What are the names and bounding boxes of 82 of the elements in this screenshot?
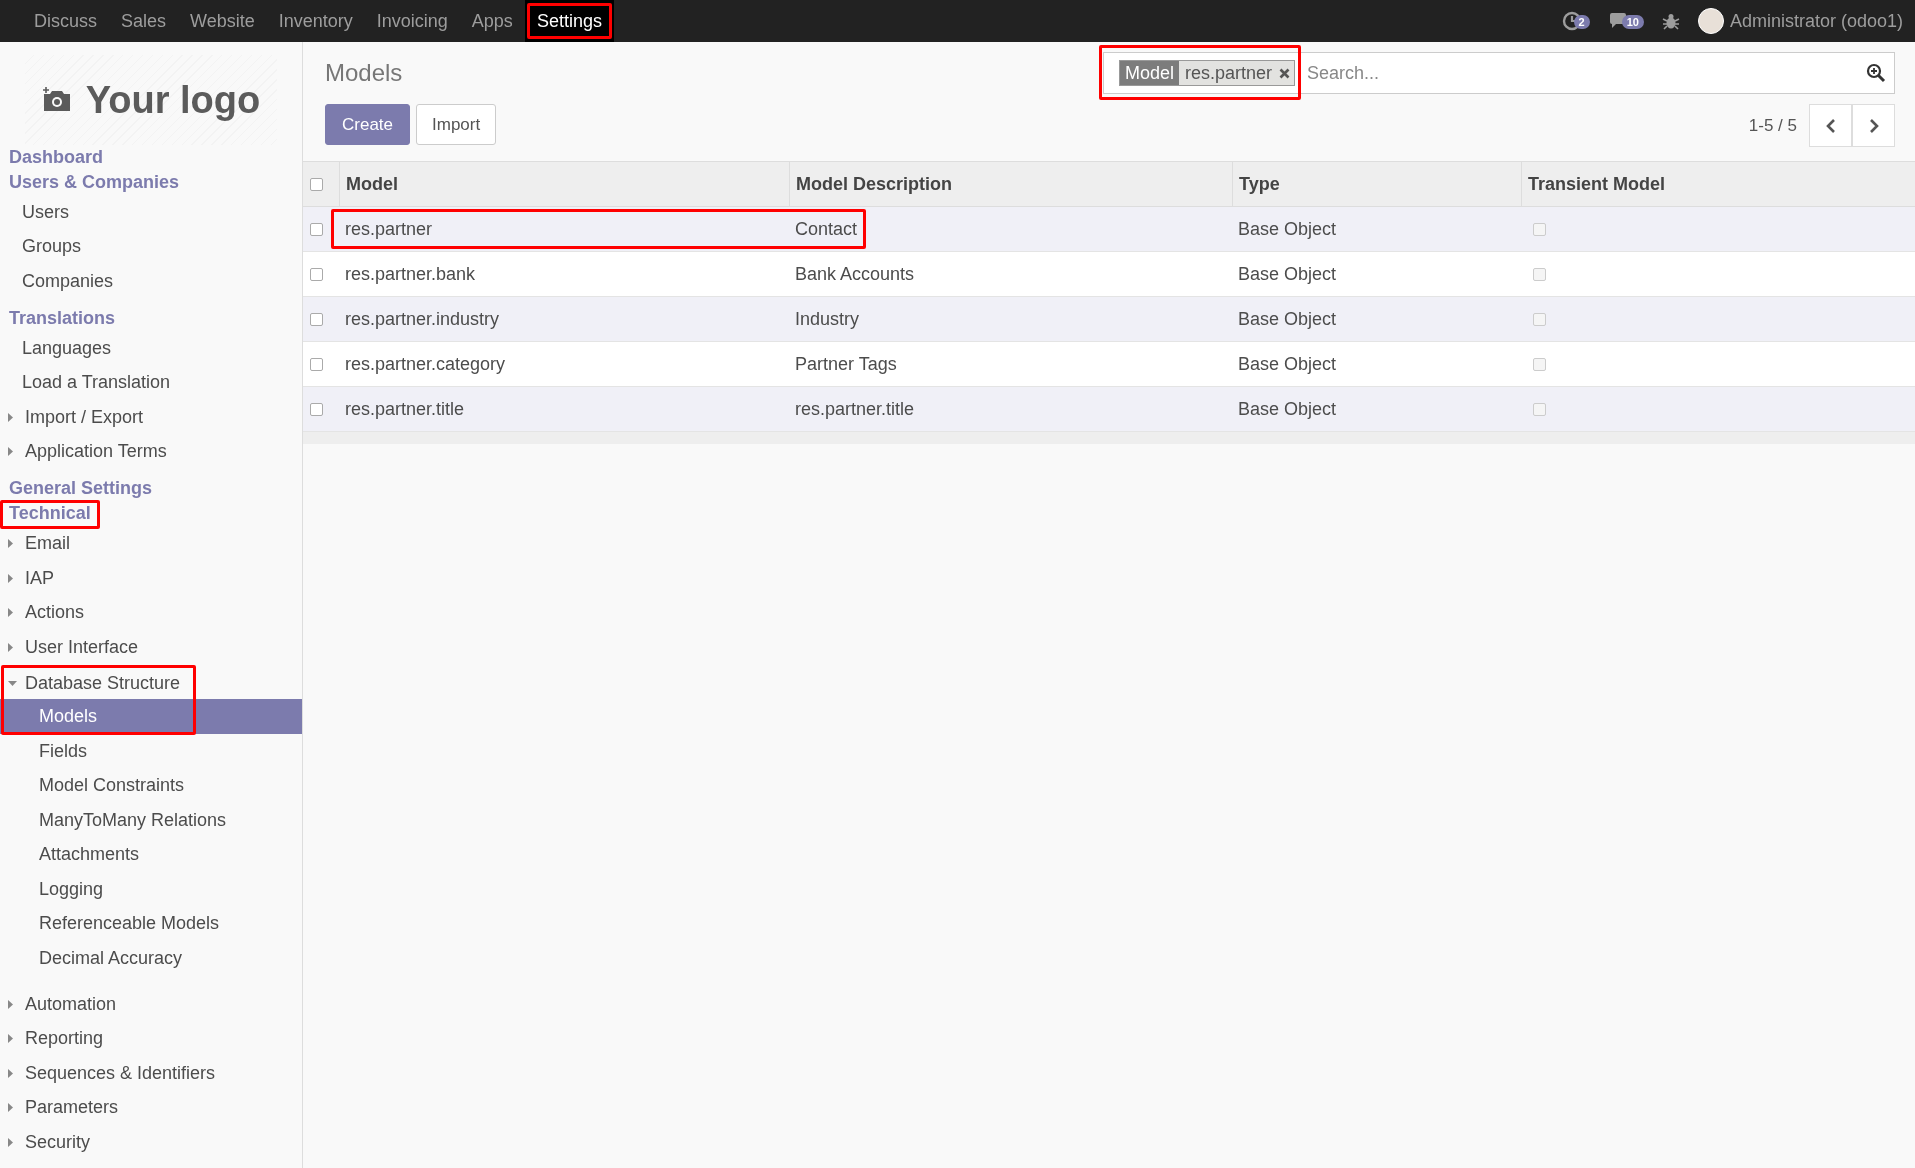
checkbox[interactable]	[310, 222, 323, 236]
previous-button[interactable]	[1809, 104, 1852, 147]
table-cell-text: Base Object	[1237, 308, 1338, 330]
activity-count-badge: 2	[1573, 15, 1590, 29]
sidebar-item[interactable]: Companies	[0, 264, 118, 299]
table-cell-text: Industry	[794, 308, 861, 330]
sidebar-item[interactable]: Load a Translation	[0, 365, 175, 400]
sidebar-item[interactable]: Reporting	[0, 1021, 108, 1057]
chevron-left-icon	[1825, 118, 1836, 133]
table-cell-text: Partner Tags	[794, 353, 898, 375]
sidebar-item[interactable]: IAP	[0, 560, 58, 596]
sidebar-item[interactable]: Decimal Accuracy	[0, 941, 187, 976]
search-field[interactable]: Model res.partner Search...	[1103, 52, 1895, 94]
checkbox[interactable]	[310, 177, 323, 191]
message-count-badge: 10	[1621, 15, 1644, 29]
import-button[interactable]: Import	[416, 104, 497, 145]
column-header[interactable]: Model Description	[789, 162, 1232, 206]
search-facet[interactable]: Model res.partner	[1119, 60, 1296, 86]
table-cell-text: res.partner.title	[344, 398, 466, 420]
checkbox[interactable]	[310, 312, 323, 326]
pager-value[interactable]: 1-5 / 5	[1748, 115, 1797, 136]
sidebar-item[interactable]: Users	[0, 195, 73, 230]
search-icon[interactable]	[1866, 63, 1886, 83]
column-header[interactable]: Model	[339, 162, 789, 206]
next-button[interactable]	[1852, 104, 1895, 147]
sidebar-item[interactable]: Email	[0, 526, 74, 561]
sidebar-item[interactable]: Languages	[0, 330, 116, 366]
logo-text: Your logo	[85, 78, 261, 122]
sidebar-item[interactable]: Actions	[0, 595, 89, 630]
sidebar-item[interactable]: Model Constraints	[0, 768, 189, 803]
sidebar-section[interactable]: General Settings	[0, 476, 162, 502]
sidebar-section[interactable]: Translations	[0, 305, 125, 331]
column-header[interactable]: Transient Model	[1521, 162, 1915, 206]
table-cell-text: Base Object	[1237, 218, 1338, 240]
sidebar-item[interactable]: Groups	[0, 229, 86, 265]
sidebar-item[interactable]: Logging	[0, 872, 108, 907]
sidebar-item[interactable]: Application Terms	[0, 434, 171, 470]
sidebar-item[interactable]: Automation	[0, 986, 121, 1022]
sidebar-section[interactable]: Dashboard	[0, 145, 113, 170]
table-cell-text: Contact	[794, 218, 859, 240]
table-cell-text: Bank Accounts	[794, 263, 916, 285]
sidebar-item[interactable]: Sequences & Identifiers	[0, 1056, 220, 1091]
top-menu-item[interactable]: Invoicing	[364, 0, 460, 42]
sidebar-section[interactable]: Users & Companies	[0, 170, 189, 195]
table-cell-text: res.partner.title	[794, 398, 916, 420]
sidebar-item[interactable]: Fields	[0, 733, 91, 769]
sidebar-section[interactable]: Technical	[0, 501, 100, 527]
top-menu-item[interactable]: Sales	[109, 0, 179, 42]
checkbox[interactable]	[310, 402, 323, 416]
create-button[interactable]: Create	[325, 104, 411, 145]
user-name[interactable]: Administrator (odoo1)	[1729, 10, 1903, 32]
table-cell-text: Base Object	[1237, 353, 1338, 375]
sidebar-item[interactable]: ManyToMany Relations	[0, 802, 231, 838]
bug-icon[interactable]	[1661, 12, 1680, 30]
checkbox[interactable]	[310, 267, 323, 281]
camera-icon	[41, 87, 72, 113]
close-icon[interactable]	[1279, 67, 1291, 79]
table-cell-text: res.partner.industry	[344, 308, 501, 330]
checkbox[interactable]	[310, 357, 323, 371]
sidebar-item[interactable]: Import / Export	[0, 399, 148, 435]
page-title: Models	[325, 59, 404, 87]
sidebar-item[interactable]: Models	[0, 699, 302, 734]
sidebar-item[interactable]: Referenceable Models	[0, 906, 224, 942]
table-cell-text: res.partner.bank	[344, 263, 477, 285]
chevron-right-icon	[1868, 118, 1879, 133]
avatar[interactable]	[1697, 8, 1724, 34]
caret-down-icon	[8, 679, 17, 689]
sidebar-item[interactable]: Database Structure	[5, 668, 185, 700]
top-menu-item[interactable]: Apps	[459, 0, 525, 42]
column-header[interactable]: Type	[1232, 162, 1521, 206]
sidebar-item[interactable]: Parameters	[0, 1090, 123, 1126]
table-cell-text: Base Object	[1237, 263, 1338, 285]
top-menu-item[interactable]: Inventory	[266, 0, 365, 42]
sidebar-item[interactable]: User Interface	[0, 629, 143, 665]
table-cell-text: Base Object	[1237, 398, 1338, 420]
sidebar-item[interactable]: Attachments	[0, 837, 144, 873]
top-menu-item[interactable]: Settings	[524, 0, 614, 42]
top-menu-item[interactable]: Discuss	[22, 0, 109, 42]
top-menu-item[interactable]: Website	[178, 0, 267, 42]
sidebar-item[interactable]: Security	[0, 1125, 95, 1160]
table-cell-text: res.partner	[344, 218, 434, 240]
table-cell-text: res.partner.category	[344, 353, 507, 375]
